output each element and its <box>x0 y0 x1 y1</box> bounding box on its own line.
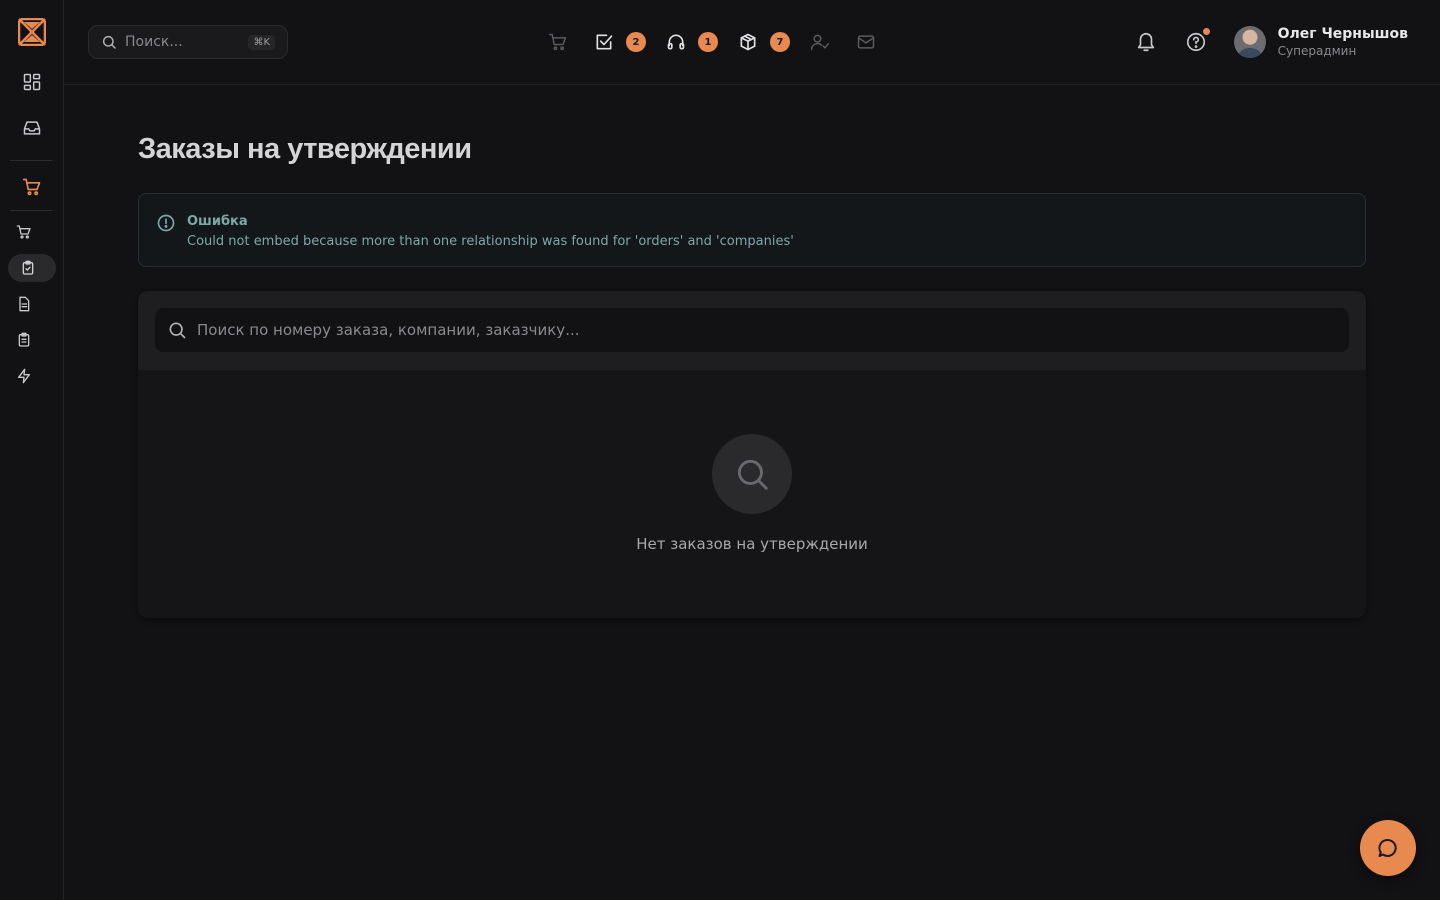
error-message: Could not embed because more than one re… <box>187 234 794 249</box>
global-search[interactable]: Поиск... ⌘K <box>88 25 288 59</box>
packages-badge: 7 <box>770 32 790 52</box>
logo-icon[interactable] <box>17 17 47 47</box>
sidebar-subitem-actions[interactable] <box>0 362 48 390</box>
sidebar-divider <box>10 160 52 161</box>
sidebar <box>0 0 64 900</box>
checkbox-icon <box>596 34 613 50</box>
sidebar-subitem-approval[interactable] <box>8 254 56 282</box>
sidebar-item-inbox[interactable] <box>8 114 56 142</box>
search-icon <box>102 35 116 49</box>
package-icon <box>740 33 756 51</box>
nav-support[interactable]: 1 <box>666 30 718 54</box>
bell-icon <box>1137 33 1154 52</box>
page-title: Заказы на утверждении <box>138 133 472 165</box>
user-name: Олег Чернышов <box>1277 26 1408 42</box>
chat-icon <box>1378 839 1397 857</box>
nav-mail[interactable] <box>856 30 876 54</box>
help-button[interactable] <box>1184 28 1210 54</box>
user-menu[interactable]: Олег Чернышов Суперадмин <box>1233 26 1408 58</box>
support-badge: 1 <box>698 32 718 52</box>
clipboard-list-icon <box>18 332 30 347</box>
quick-nav: 2 1 7 <box>548 30 876 54</box>
inbox-icon <box>23 121 41 135</box>
headphones-icon <box>667 34 685 50</box>
mail-icon <box>857 35 875 49</box>
sidebar-item-dashboard[interactable] <box>8 68 56 96</box>
error-title: Ошибка <box>187 214 248 229</box>
orders-panel-header: Поиск по номеру заказа, компании, заказч… <box>138 291 1366 370</box>
top-bar: Поиск... ⌘K 2 1 7 Олег Чернышов Суперадм… <box>64 0 1440 85</box>
search-icon <box>169 322 186 339</box>
notifications-button[interactable] <box>1134 30 1158 54</box>
orders-search-input[interactable]: Поиск по номеру заказа, компании, заказч… <box>155 308 1349 352</box>
sidebar-subitem-cart[interactable] <box>0 218 48 246</box>
orders-search-placeholder: Поиск по номеру заказа, компании, заказч… <box>197 321 580 339</box>
cart-icon <box>548 33 567 51</box>
help-icon <box>1186 32 1205 52</box>
dashboard-icon <box>23 73 41 91</box>
sidebar-divider <box>10 210 52 211</box>
header-actions: Олег Чернышов Суперадмин <box>1134 24 1408 60</box>
cart-icon <box>22 178 41 196</box>
lightning-icon <box>18 368 30 384</box>
orders-panel: Поиск по номеру заказа, компании, заказч… <box>138 291 1366 618</box>
sidebar-item-orders[interactable] <box>8 173 56 201</box>
sidebar-subitem-lists[interactable] <box>0 326 48 354</box>
global-search-placeholder: Поиск... <box>125 34 183 50</box>
chat-button[interactable] <box>1360 820 1416 876</box>
alert-circle-icon <box>157 214 175 232</box>
nav-packages[interactable]: 7 <box>738 30 790 54</box>
cart-small-icon <box>16 225 31 239</box>
search-icon <box>737 459 768 490</box>
nav-cart[interactable] <box>548 30 568 54</box>
empty-state-text: Нет заказов на утверждении <box>636 535 868 553</box>
search-shortcut: ⌘K <box>248 34 275 50</box>
user-check-icon <box>810 34 830 51</box>
avatar <box>1233 26 1266 58</box>
help-indicator-dot <box>1202 28 1210 35</box>
user-role: Суперадмин <box>1277 44 1357 58</box>
document-icon <box>19 296 30 312</box>
empty-state-illustration <box>712 434 792 514</box>
sidebar-subitem-documents[interactable] <box>0 290 48 318</box>
error-alert: Ошибка Could not embed because more than… <box>138 193 1366 267</box>
tasks-badge: 2 <box>626 32 646 52</box>
nav-users[interactable] <box>810 30 830 54</box>
clipboard-check-icon <box>22 260 34 275</box>
nav-tasks[interactable]: 2 <box>594 30 646 54</box>
